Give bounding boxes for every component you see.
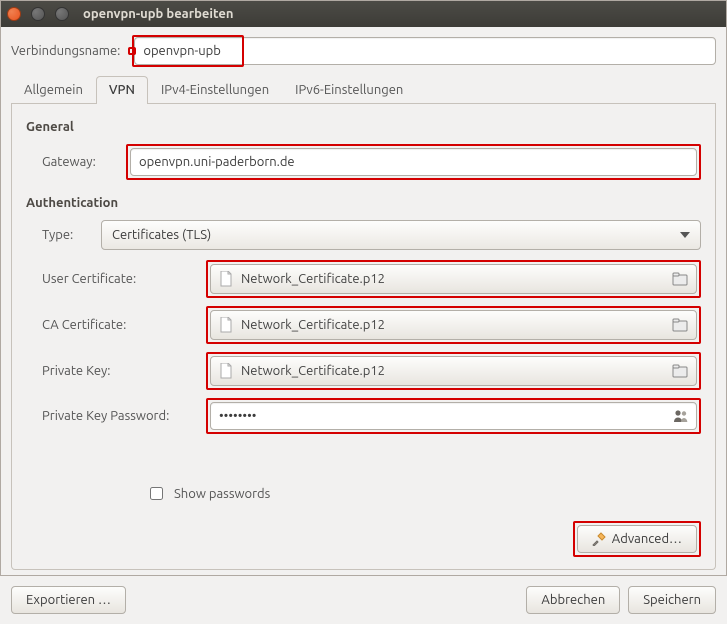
advanced-button[interactable]: Advanced…	[577, 525, 697, 553]
priv-key-label: Private Key:	[34, 364, 194, 378]
export-button-label: Exportieren …	[26, 593, 111, 607]
minimize-window-button[interactable]	[31, 7, 45, 21]
highlight-priv-key: Network_Certificate.p12	[206, 352, 701, 390]
titlebar: openvpn-upb bearbeiten	[1, 1, 726, 27]
highlight-advanced: Advanced…	[573, 521, 701, 557]
tools-icon	[592, 532, 606, 546]
gateway-input[interactable]	[130, 148, 697, 176]
show-passwords-checkbox[interactable]	[150, 487, 163, 500]
export-button[interactable]: Exportieren …	[11, 586, 126, 614]
connection-name-input[interactable]	[134, 37, 716, 65]
tab-vpn[interactable]: VPN	[96, 76, 148, 104]
priv-key-filename: Network_Certificate.p12	[241, 364, 385, 378]
chevron-down-icon	[680, 232, 690, 238]
open-folder-icon	[672, 364, 688, 378]
ca-cert-filename: Network_Certificate.p12	[241, 318, 385, 332]
show-passwords-label: Show passwords	[174, 487, 270, 501]
cancel-button-label: Abbrechen	[541, 593, 605, 607]
priv-key-file-button[interactable]: Network_Certificate.p12	[210, 356, 697, 386]
content-area: Verbindungsname: Allgemein VPN IPv4-Eins…	[1, 27, 726, 578]
user-cert-file-button[interactable]: Network_Certificate.p12	[210, 264, 697, 294]
save-button-label: Speichern	[643, 593, 701, 607]
cancel-button[interactable]: Abbrechen	[526, 586, 620, 614]
file-icon	[219, 271, 233, 287]
file-icon	[219, 363, 233, 379]
close-window-button[interactable]	[7, 7, 21, 21]
tab-allgemein[interactable]: Allgemein	[11, 76, 96, 104]
highlight-user-cert: Network_Certificate.p12	[206, 260, 701, 298]
file-icon	[219, 317, 233, 333]
tabs: Allgemein VPN IPv4-Einstellungen IPv6-Ei…	[11, 75, 716, 104]
ca-cert-file-button[interactable]: Network_Certificate.p12	[210, 310, 697, 340]
highlight-priv-key-pw	[206, 398, 701, 434]
user-cert-filename: Network_Certificate.p12	[241, 272, 385, 286]
tab-ipv6[interactable]: IPv6-Einstellungen	[282, 76, 416, 104]
users-icon[interactable]	[673, 409, 689, 423]
highlight-gateway	[126, 144, 701, 180]
tab-pane-vpn: General Gateway: Authentication Type: Ce…	[11, 104, 716, 570]
ca-cert-label: CA Certificate:	[34, 318, 194, 332]
priv-key-pw-label: Private Key Password:	[34, 409, 194, 423]
connection-name-label: Verbindungsname:	[11, 44, 120, 58]
connection-name-row: Verbindungsname:	[11, 37, 716, 65]
dialog-footer: Exportieren … Abbrechen Speichern	[1, 578, 726, 624]
maximize-window-button[interactable]	[55, 7, 69, 21]
section-auth-title: Authentication	[26, 196, 701, 210]
gateway-label: Gateway:	[34, 155, 114, 169]
auth-type-value: Certificates (TLS)	[112, 228, 211, 242]
section-general-title: General	[26, 120, 701, 134]
user-cert-label: User Certificate:	[34, 272, 194, 286]
auth-type-select[interactable]: Certificates (TLS)	[101, 220, 701, 250]
auth-type-label: Type:	[34, 228, 89, 242]
highlight-ca-cert: Network_Certificate.p12	[206, 306, 701, 344]
priv-key-password-input[interactable]	[210, 402, 697, 430]
open-folder-icon	[672, 318, 688, 332]
window-title: openvpn-upb bearbeiten	[83, 7, 233, 21]
open-folder-icon	[672, 272, 688, 286]
tab-ipv4[interactable]: IPv4-Einstellungen	[148, 76, 282, 104]
advanced-button-label: Advanced…	[612, 532, 682, 546]
save-button[interactable]: Speichern	[628, 586, 716, 614]
